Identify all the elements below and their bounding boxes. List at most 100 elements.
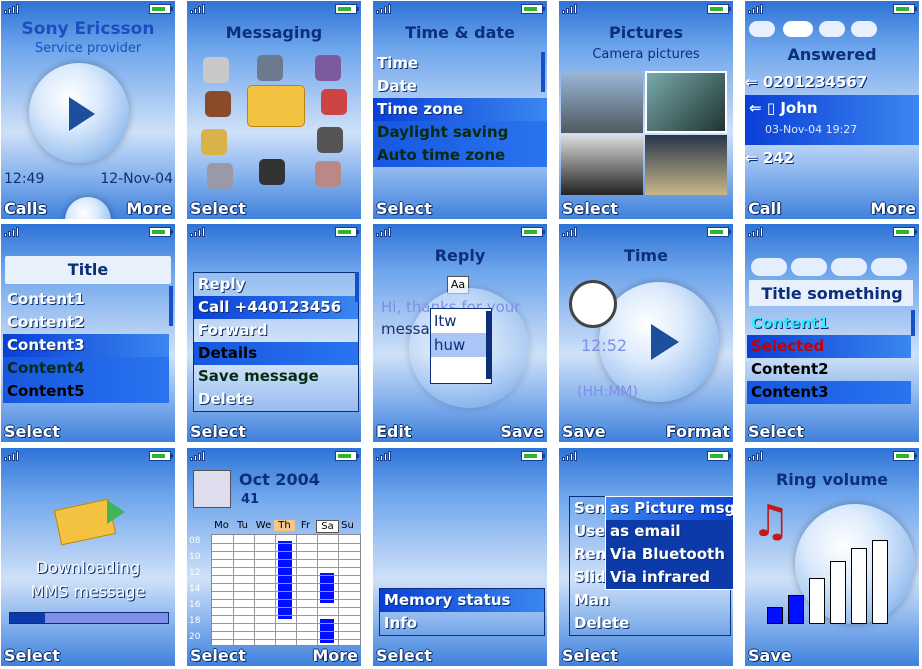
menu-item-daylight-saving[interactable]: Daylight saving	[373, 121, 547, 144]
voice-icon[interactable]	[321, 89, 347, 115]
drafts-icon[interactable]	[315, 161, 341, 187]
call-entry-selected[interactable]: ⇐ ▯ John 03-Nov-04 19:27	[745, 95, 919, 145]
softkey-calls[interactable]: Calls	[4, 199, 47, 218]
dialled-tab-icon[interactable]	[819, 21, 845, 37]
softkey-edit[interactable]: Edit	[376, 422, 412, 441]
call-entry-3[interactable]: ⇐ 242	[745, 147, 919, 169]
message-text-line2[interactable]: messa	[381, 320, 430, 338]
softkey-select[interactable]: Select	[4, 422, 60, 441]
missed-tab-icon[interactable]	[749, 21, 775, 37]
softkey-select[interactable]: Select	[190, 199, 246, 218]
delete-tab-icon[interactable]	[851, 21, 877, 37]
camera-icon[interactable]	[205, 91, 231, 117]
softkey-select[interactable]: Select	[562, 199, 618, 218]
softkey-call[interactable]: Call	[748, 199, 782, 218]
menu-item-delete[interactable]: Delete	[570, 612, 730, 635]
list-item[interactable]: Content4	[3, 357, 169, 380]
menu-item-auto-time-zone[interactable]: Auto time zone	[373, 144, 547, 167]
tab-icon[interactable]	[751, 258, 787, 276]
menu-item-details[interactable]: Details	[194, 342, 358, 365]
scrollbar[interactable]	[355, 272, 359, 302]
tab-icon[interactable]	[871, 258, 907, 276]
envelope-icon[interactable]	[247, 85, 305, 127]
submenu-item-email[interactable]: as email	[606, 520, 733, 543]
write-new-icon[interactable]	[203, 57, 229, 83]
settings-icon[interactable]	[317, 127, 343, 153]
submenu-item-bluetooth[interactable]: Via Bluetooth	[606, 543, 733, 566]
softkey-select[interactable]: Select	[4, 646, 60, 665]
menu-item-memory-status[interactable]: Memory status	[380, 589, 544, 612]
thumbnail-2[interactable]	[645, 71, 727, 133]
signal-icon	[748, 4, 768, 14]
signal-icon	[376, 4, 396, 14]
softkey-save[interactable]: Save	[562, 422, 606, 441]
scrollbar[interactable]	[911, 310, 915, 336]
volume-bar[interactable]	[830, 561, 846, 624]
menu-item-call[interactable]: Call +440123456	[194, 296, 358, 319]
battery-icon	[521, 451, 545, 461]
volume-bar[interactable]	[809, 578, 825, 624]
volume-bar[interactable]	[767, 607, 783, 624]
softkey-select[interactable]: Select	[748, 422, 804, 441]
screen-messaging: Messaging Select	[187, 1, 361, 219]
menu-item-reply[interactable]: Reply	[194, 273, 358, 296]
softkey-save[interactable]: Save	[748, 646, 792, 665]
softkey-more[interactable]: More	[312, 646, 358, 665]
list-item[interactable]: Content2	[3, 311, 169, 334]
suggestion-item[interactable]: Itw	[431, 309, 491, 333]
inbox-icon[interactable]	[257, 55, 283, 81]
menu-item-delete[interactable]: Delete	[194, 388, 358, 411]
tab-icon[interactable]	[831, 258, 867, 276]
list-item[interactable]: Content1	[747, 312, 911, 335]
tab-icon[interactable]	[791, 258, 827, 276]
list-item[interactable]: Content2	[747, 358, 911, 381]
menu-item-time[interactable]: Time	[373, 52, 547, 75]
answered-tab-icon[interactable]	[783, 21, 813, 37]
word-suggestion-popup: Itw huw	[430, 308, 492, 384]
folder-icon[interactable]	[201, 129, 227, 155]
sent-icon[interactable]	[259, 159, 285, 185]
softkey-select[interactable]: Select	[190, 422, 246, 441]
softkey-format[interactable]: Format	[666, 422, 730, 441]
call-entry-1[interactable]: ⇐ 0201234567	[745, 69, 919, 95]
softkey-save[interactable]: Save	[500, 422, 544, 441]
softkey-select[interactable]: Select	[376, 199, 432, 218]
submenu-item-picture[interactable]: as Picture msg	[606, 497, 733, 520]
email-icon[interactable]	[315, 55, 341, 81]
templates-icon[interactable]	[207, 163, 233, 189]
list-item[interactable]: Content3	[747, 381, 911, 404]
grid-line	[212, 607, 360, 608]
time-value[interactable]: 12:52	[581, 336, 627, 355]
menu-item-manage[interactable]: Man	[570, 589, 730, 612]
suggestion-item-selected[interactable]: huw	[431, 333, 491, 357]
softkey-select[interactable]: Select	[376, 646, 432, 665]
volume-bar[interactable]	[788, 595, 804, 624]
thumbnail-1[interactable]	[561, 71, 643, 133]
menu-item-time-zone[interactable]: Time zone	[373, 98, 547, 121]
pause-icon	[65, 197, 111, 219]
thumbnail-3[interactable]	[561, 135, 643, 195]
softkey-select[interactable]: Select	[562, 646, 618, 665]
volume-bars[interactable]	[767, 540, 897, 624]
softkey-more[interactable]: More	[870, 199, 916, 218]
softkey-more[interactable]: More	[126, 199, 172, 218]
menu-item-save-message[interactable]: Save message	[194, 365, 358, 388]
menu-item-info[interactable]: Info	[380, 612, 544, 635]
menu-list: Content1 Content2 Content3 Content4 Cont…	[3, 288, 169, 403]
list-item[interactable]: Content5	[3, 380, 169, 403]
volume-bar[interactable]	[872, 540, 888, 624]
week-grid[interactable]	[211, 534, 361, 646]
status-bar	[373, 448, 547, 464]
thumbnail-4[interactable]	[645, 135, 727, 195]
menu-item-forward[interactable]: Forward	[194, 319, 358, 342]
scrollbar[interactable]	[169, 286, 173, 326]
menu-item-date[interactable]: Date	[373, 75, 547, 98]
scrollbar[interactable]	[541, 52, 545, 92]
softkey-select[interactable]: Select	[190, 646, 246, 665]
list-item[interactable]: Content3	[3, 334, 169, 357]
volume-bar[interactable]	[851, 548, 867, 624]
list-item[interactable]: Content1	[3, 288, 169, 311]
submenu-item-infrared[interactable]: Via infrared	[606, 566, 733, 589]
suggestion-scrollbar[interactable]	[486, 311, 491, 379]
list-item-selected[interactable]: Selected	[747, 335, 911, 358]
